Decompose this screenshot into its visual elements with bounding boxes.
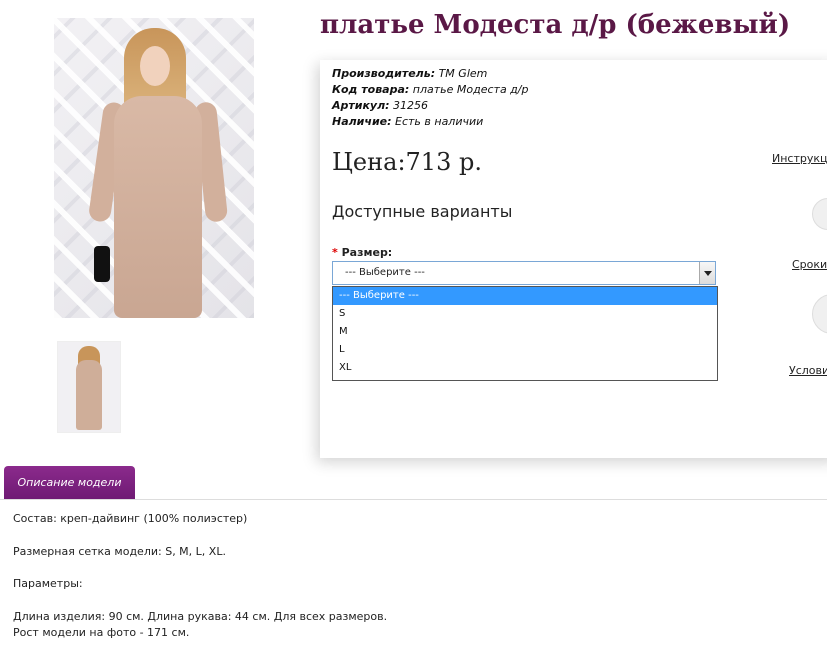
- description-length: Длина изделия: 90 см. Длина рукава: 44 с…: [13, 610, 388, 623]
- description-params-heading: Параметры:: [13, 577, 83, 590]
- clutch-bag: [94, 246, 110, 282]
- meta-availability: Наличие: Есть в наличии: [332, 115, 484, 128]
- size-option-xl[interactable]: XL: [333, 359, 717, 377]
- size-label: * Размер:: [332, 246, 393, 259]
- conditions-link[interactable]: Услови: [789, 364, 827, 377]
- meta-article: Артикул: 31256: [332, 99, 429, 112]
- meta-manufacturer: Производитель: TM Glem: [332, 67, 488, 80]
- size-select-value: --- Выберите ---: [345, 267, 425, 278]
- size-select[interactable]: --- Выберите ---: [332, 261, 716, 285]
- model-dress: [114, 96, 202, 318]
- product-meta: Производитель: TM Glem Код товара: плать…: [332, 66, 528, 130]
- description-model-height: Рост модели на фото - 171 см.: [13, 626, 190, 639]
- product-description: Состав: креп-дайвинг (100% полиэстер) Ра…: [13, 511, 387, 641]
- product-thumbnail[interactable]: [57, 341, 121, 433]
- sizing-icon: [812, 198, 827, 230]
- size-option-l[interactable]: L: [333, 341, 717, 359]
- model-face: [140, 46, 170, 86]
- instructions-link[interactable]: Инструкц: [772, 152, 827, 165]
- size-option-s[interactable]: S: [333, 305, 717, 323]
- size-dropdown-list: --- Выберите --- S M L XL: [332, 286, 718, 381]
- product-price: Цена:713 р.: [332, 148, 482, 176]
- variants-heading: Доступные варианты: [332, 202, 513, 221]
- description-composition: Состав: креп-дайвинг (100% полиэстер): [13, 512, 248, 525]
- thumb-dress: [76, 360, 102, 430]
- required-mark: *: [332, 246, 338, 259]
- tab-divider: [0, 499, 827, 500]
- chevron-down-icon[interactable]: [699, 262, 715, 284]
- terms-link[interactable]: Сроки: [792, 258, 827, 271]
- size-option-m[interactable]: M: [333, 323, 717, 341]
- product-title: платье Модеста д/р (бежевый): [320, 10, 791, 40]
- product-info-panel: Производитель: TM Glem Код товара: плать…: [320, 60, 827, 458]
- product-main-image[interactable]: [54, 18, 254, 318]
- delivery-icon: [812, 294, 827, 334]
- tab-description[interactable]: Описание модели: [4, 466, 135, 500]
- size-option-placeholder[interactable]: --- Выберите ---: [333, 287, 717, 305]
- description-size-grid: Размерная сетка модели: S, M, L, XL.: [13, 545, 226, 558]
- meta-product-code: Код товара: платье Модеста д/р: [332, 83, 529, 96]
